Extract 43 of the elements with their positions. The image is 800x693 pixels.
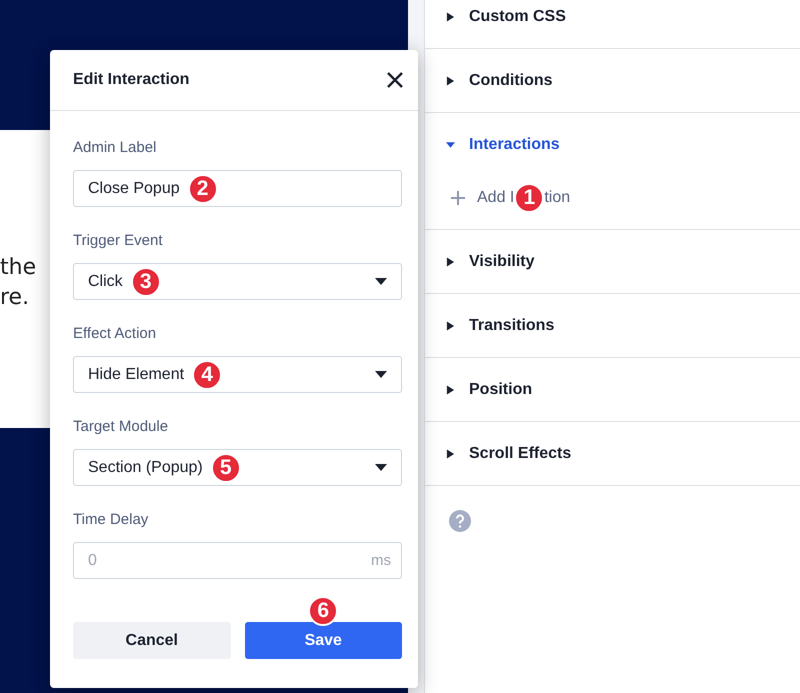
add-link-text[interactable]: tion [544, 188, 570, 206]
caret-right-icon [446, 384, 455, 394]
dropdown[interactable]: Click 3 [73, 263, 402, 300]
step-badge: 6 [308, 596, 338, 626]
field-label: Trigger Event [73, 232, 164, 251]
dropdown[interactable]: Hide Element 4 [73, 356, 402, 393]
section-toggle[interactable]: Position [425, 358, 800, 421]
dropdown[interactable]: Section (Popup) 5 [73, 449, 402, 486]
caret-down-icon [446, 140, 455, 150]
section-toggle[interactable]: Custom CSS [425, 0, 800, 48]
close-icon [386, 71, 404, 89]
caret-down-icon [375, 278, 387, 286]
caret-right-icon [446, 320, 455, 330]
field-label: Target Module [73, 418, 170, 437]
save-button[interactable]: Save [244, 622, 402, 659]
section-toggle[interactable]: Scroll Effects [425, 422, 800, 485]
step-badge: 3 [130, 266, 161, 296]
caret-right-icon [446, 256, 455, 266]
caret-right-icon [446, 76, 455, 86]
dialog-title: Edit Interaction [73, 71, 190, 89]
field-label: Time Delay [73, 511, 150, 530]
step-badge: 4 [192, 360, 222, 390]
section-toggle[interactable]: Interactions [425, 113, 800, 176]
section-toggle[interactable]: Visibility [425, 230, 800, 293]
unit-label: ms [371, 552, 391, 569]
section-toggle[interactable]: Conditions [425, 49, 800, 112]
cancel-button[interactable]: Cancel [73, 622, 230, 659]
caret-down-icon [375, 464, 387, 472]
caret-down-icon [375, 370, 387, 378]
field-label: Effect Action [73, 325, 158, 344]
close-button[interactable] [386, 71, 404, 89]
page-text: re. [0, 284, 30, 312]
field-label: Admin Label [73, 139, 158, 158]
text-field[interactable]: Close Popup 2 [73, 170, 402, 207]
step-badge: 1 [514, 182, 544, 212]
caret-right-icon [446, 448, 455, 458]
plus-icon [451, 190, 465, 204]
add-link-text[interactable]: Add I [477, 188, 514, 206]
page-text: the [0, 254, 36, 282]
caret-right-icon [446, 12, 455, 22]
section-toggle[interactable]: Transitions [425, 294, 800, 357]
step-badge: 5 [210, 452, 241, 482]
step-badge: 2 [188, 174, 218, 204]
